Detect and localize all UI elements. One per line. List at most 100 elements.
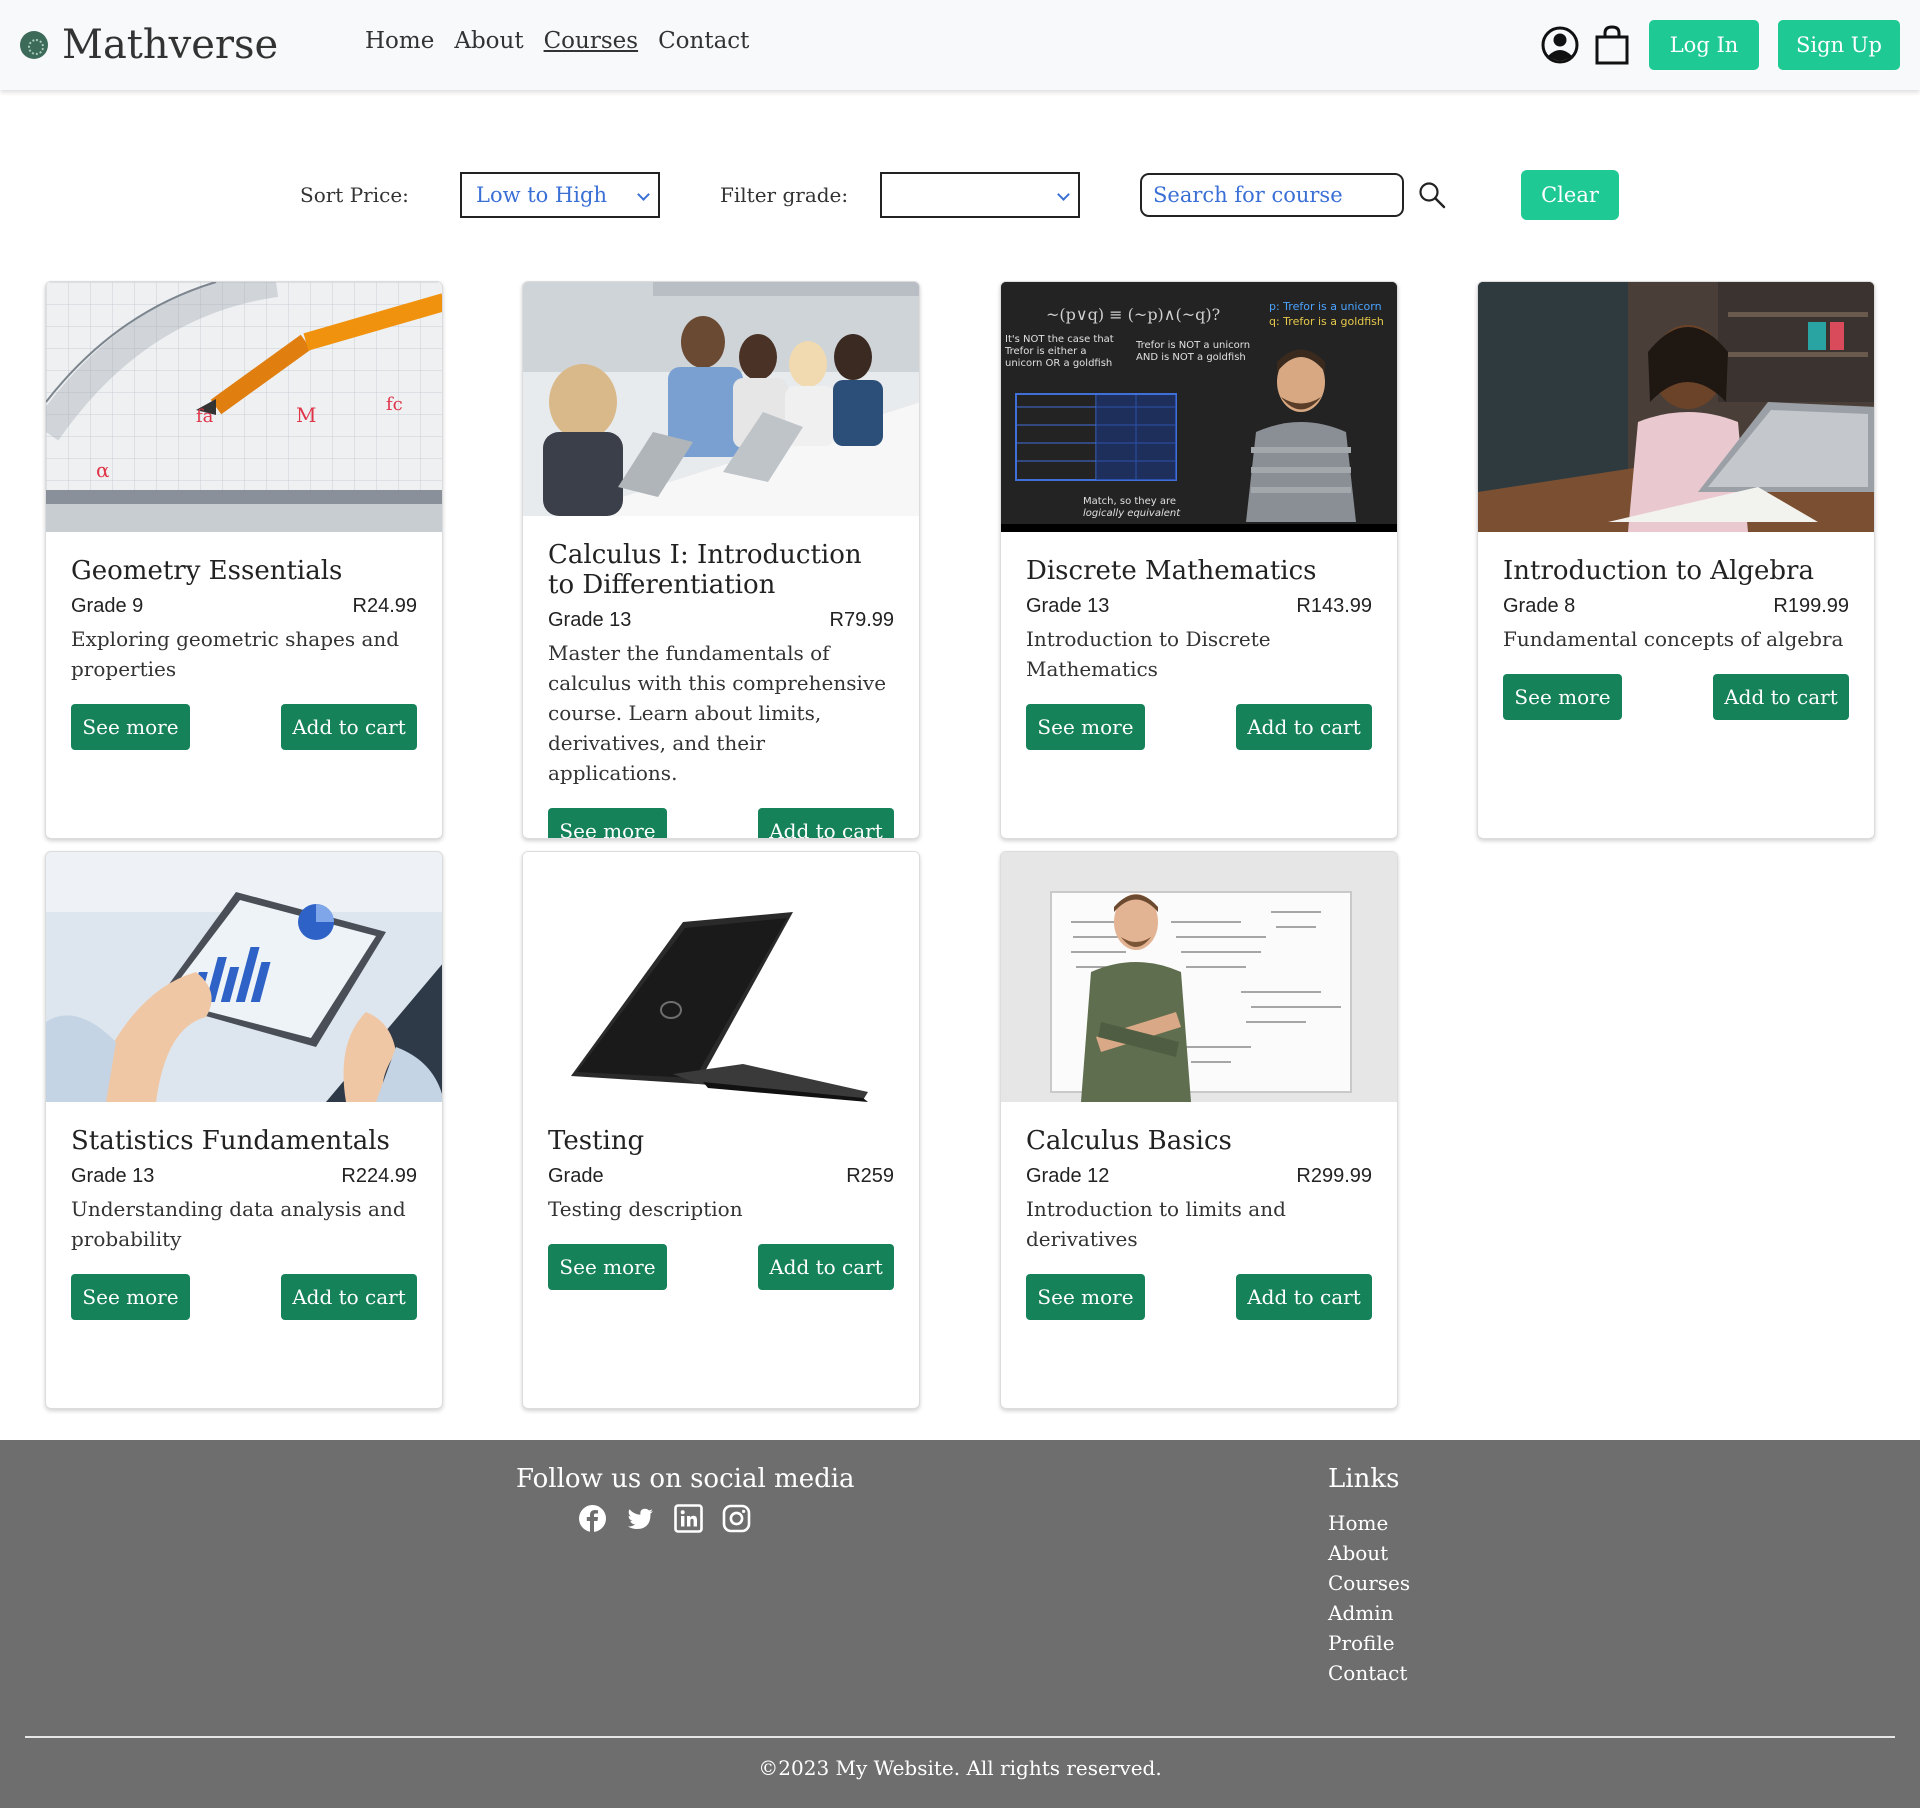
course-title: Geometry Essentials <box>71 556 343 586</box>
course-price: R299.99 <box>1296 1165 1372 1187</box>
footer-link-profile[interactable]: Profile <box>1328 1628 1410 1658</box>
course-image <box>523 852 919 1102</box>
course-description: Introduction to Discrete Mathematics <box>1026 627 1271 681</box>
add-to-cart-button[interactable]: Add to cart <box>758 1244 894 1290</box>
user-circle-icon[interactable] <box>1540 24 1580 66</box>
filter-grade-label: Filter grade: <box>720 183 849 207</box>
footer-link-admin[interactable]: Admin <box>1328 1598 1410 1628</box>
search-placeholder: Search for course <box>1153 183 1343 207</box>
svg-text:unicorn OR a goldfish: unicorn OR a goldfish <box>1005 358 1112 369</box>
clear-button[interactable]: Clear <box>1521 170 1619 220</box>
sort-price-select[interactable]: Low to High <box>460 172 660 218</box>
footer-links: Home About Courses Admin Profile Contact <box>1328 1508 1410 1688</box>
course-grade: Grade 13 <box>1026 595 1110 617</box>
copyright: ©2023 My Website. All rights reserved. <box>758 1756 1162 1780</box>
footer-divider <box>25 1736 1895 1738</box>
sort-price-value: Low to High <box>476 183 607 207</box>
filter-grade-select[interactable] <box>880 172 1080 218</box>
course-card: fa M fc α Geometry Essentials Grade 9 R2… <box>45 281 443 839</box>
course-description: Understanding data analysis and probabil… <box>71 1197 406 1251</box>
svg-text:Trefor is either a: Trefor is either a <box>1004 346 1087 357</box>
add-to-cart-button[interactable]: Add to cart <box>758 808 894 838</box>
see-more-button[interactable]: See more <box>548 808 667 838</box>
svg-text:M: M <box>296 403 316 427</box>
footer-link-home[interactable]: Home <box>1328 1508 1410 1538</box>
svg-text:fa: fa <box>196 406 214 427</box>
svg-text:α: α <box>96 458 110 482</box>
svg-text:Trefor is NOT a unicorn: Trefor is NOT a unicorn <box>1135 340 1250 351</box>
course-card: Calculus I: Introduction to Differentiat… <box>522 281 920 839</box>
course-price: R259 <box>846 1165 894 1187</box>
course-price: R224.99 <box>341 1165 417 1187</box>
see-more-button[interactable]: See more <box>1026 1274 1145 1320</box>
nav-home[interactable]: Home <box>365 28 434 54</box>
footer-link-courses[interactable]: Courses <box>1328 1568 1410 1598</box>
add-to-cart-button[interactable]: Add to cart <box>281 1274 417 1320</box>
chevron-down-icon <box>637 188 650 201</box>
add-to-cart-button[interactable]: Add to cart <box>1713 674 1849 720</box>
course-card: Introduction to Algebra Grade 8 R199.99 … <box>1477 281 1875 839</box>
add-to-cart-button[interactable]: Add to cart <box>281 704 417 750</box>
course-description: Testing description <box>548 1197 743 1221</box>
course-card: Testing Grade R259 Testing description S… <box>522 851 920 1409</box>
add-to-cart-button[interactable]: Add to cart <box>1236 1274 1372 1320</box>
see-more-button[interactable]: See more <box>548 1244 667 1290</box>
header-icons <box>1540 24 1632 66</box>
footer-link-contact[interactable]: Contact <box>1328 1658 1410 1688</box>
follow-heading: Follow us on social media <box>516 1464 855 1494</box>
brand-name: Mathverse <box>62 22 279 68</box>
main-nav: Home About Courses Contact <box>365 28 749 54</box>
see-more-button[interactable]: See more <box>71 1274 190 1320</box>
site-header: Mathverse Home About Courses Contact Log… <box>0 0 1920 90</box>
facebook-icon[interactable] <box>578 1504 607 1533</box>
twitter-icon[interactable] <box>626 1504 655 1533</box>
course-grade: Grade 12 <box>1026 1165 1110 1187</box>
course-title: Testing <box>548 1126 645 1156</box>
svg-text:~(p∨q) ≡ (~p)∧(~q)?: ~(p∨q) ≡ (~p)∧(~q)? <box>1046 305 1220 324</box>
search-input[interactable]: Search for course <box>1140 173 1404 217</box>
footer-link-about[interactable]: About <box>1328 1538 1410 1568</box>
course-card: Calculus Basics Grade 12 R299.99 Introdu… <box>1000 851 1398 1409</box>
signup-button[interactable]: Sign Up <box>1778 20 1900 70</box>
shopping-bag-icon[interactable] <box>1592 24 1632 66</box>
logo[interactable]: Mathverse <box>20 20 278 70</box>
linkedin-icon[interactable] <box>674 1504 703 1533</box>
course-image <box>1478 282 1874 532</box>
logo-icon <box>20 31 48 59</box>
course-image <box>1001 852 1397 1102</box>
site-footer: Follow us on social media Links Home Abo… <box>0 1440 1920 1808</box>
social-links <box>578 1504 751 1533</box>
see-more-button[interactable]: See more <box>71 704 190 750</box>
nav-about[interactable]: About <box>454 28 523 54</box>
search-icon[interactable] <box>1418 181 1446 209</box>
course-image: fa M fc α <box>46 282 442 532</box>
login-button[interactable]: Log In <box>1649 20 1759 70</box>
svg-text:p: Trefor is a unicorn: p: Trefor is a unicorn <box>1269 300 1382 313</box>
nav-contact[interactable]: Contact <box>658 28 749 54</box>
svg-text:q: Trefor is a goldfish: q: Trefor is a goldfish <box>1269 315 1384 328</box>
see-more-button[interactable]: See more <box>1503 674 1622 720</box>
add-to-cart-button[interactable]: Add to cart <box>1236 704 1372 750</box>
course-grade: Grade <box>548 1165 604 1187</box>
course-description: Exploring geometric shapes and propertie… <box>71 627 400 681</box>
svg-text:fc: fc <box>386 394 403 415</box>
course-grade: Grade 13 <box>71 1165 155 1187</box>
course-card: ~(p∨q) ≡ (~p)∧(~q)? p: Trefor is a unico… <box>1000 281 1398 839</box>
course-price: R79.99 <box>829 609 895 631</box>
see-more-button[interactable]: See more <box>1026 704 1145 750</box>
course-description: Master the fundamentals of calculus with… <box>548 641 887 785</box>
course-image <box>523 282 919 516</box>
svg-text:AND is NOT a goldfish: AND is NOT a goldfish <box>1136 352 1246 363</box>
course-title: Introduction to Algebra <box>1503 556 1814 586</box>
course-title: Calculus Basics <box>1026 1126 1232 1156</box>
nav-courses[interactable]: Courses <box>544 28 638 54</box>
course-grade: Grade 8 <box>1503 595 1576 617</box>
course-title: Discrete Mathematics <box>1026 556 1317 586</box>
links-heading: Links <box>1328 1464 1400 1494</box>
svg-text:Match, so they are: Match, so they are <box>1083 496 1176 507</box>
course-price: R24.99 <box>352 595 418 617</box>
course-grade: Grade 9 <box>71 595 144 617</box>
sort-price-label: Sort Price: <box>300 183 409 207</box>
instagram-icon[interactable] <box>722 1504 751 1533</box>
course-title: Calculus I: Introduction to Differentiat… <box>548 540 862 600</box>
